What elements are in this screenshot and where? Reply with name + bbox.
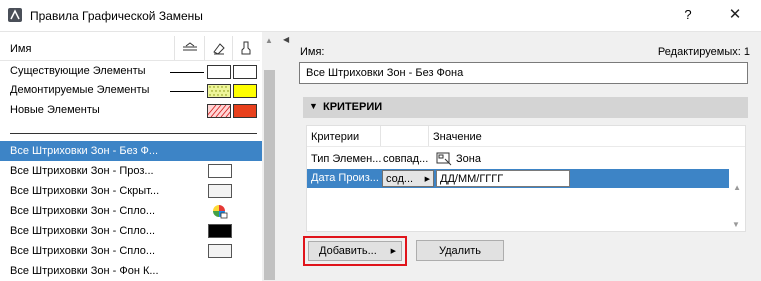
column-separator	[380, 126, 381, 146]
operator-cell[interactable]: совпад...	[383, 153, 428, 165]
line-sample	[170, 91, 204, 92]
list-item-label: Все Штриховки Зон - Спло...	[10, 205, 156, 217]
standard-row-existing[interactable]: Существующие Элементы	[0, 63, 262, 81]
standard-row-demolished[interactable]: Демонтируемые Элементы	[0, 82, 262, 100]
rules-list-panel: Имя Существующие Элементы Демонтируемые …	[0, 32, 277, 281]
line-type-icon	[183, 42, 197, 51]
column-separator	[428, 126, 429, 146]
fill-type-icon	[213, 43, 225, 55]
add-button-highlight: Добавить... ▶	[303, 236, 407, 266]
column-header-criteria: Критерии	[311, 131, 360, 143]
list-divider	[10, 133, 257, 134]
operator-value: сод...	[386, 173, 414, 185]
background-fill-icon	[241, 41, 251, 55]
fill-swatch	[207, 65, 231, 79]
list-item-label: Все Штриховки Зон - Фон К...	[10, 265, 159, 277]
add-button[interactable]: Добавить... ▶	[308, 241, 402, 261]
collapse-panel-arrow-icon[interactable]: ◀	[283, 35, 289, 44]
criteria-title: КРИТЕРИИ	[323, 101, 383, 113]
table-row-selected[interactable]: Дата Произ... сод... ▶ ДД/ММ/ГГГГ	[307, 169, 729, 188]
background-swatch	[233, 104, 257, 118]
rule-settings-panel: Имя: Редактируемых: 1 Все Штриховки Зон …	[291, 32, 761, 281]
header-divider	[0, 60, 260, 61]
dropdown-arrow-icon: ▶	[424, 176, 430, 183]
row-label: Существующие Элементы	[10, 65, 146, 77]
delete-button[interactable]: Удалить	[416, 240, 504, 261]
archicad-app-icon	[8, 8, 22, 22]
fill-swatch	[208, 224, 232, 238]
column-header-value: Значение	[433, 131, 482, 143]
list-item-label: Все Штриховки Зон - Проз...	[10, 165, 154, 177]
window-title: Правила Графической Замены	[30, 9, 203, 23]
rule-name-input[interactable]: Все Штриховки Зон - Без Фона	[299, 62, 748, 84]
line-sample	[170, 72, 204, 73]
column-header-name[interactable]: Имя	[10, 43, 31, 55]
list-item[interactable]: Все Штриховки Зон - Фон К...	[0, 261, 262, 281]
list-item-label: Все Штриховки Зон - Без Ф...	[10, 145, 159, 157]
operator-dropdown[interactable]: сод... ▶	[382, 170, 434, 187]
color-wheel-icon	[213, 205, 228, 219]
help-button[interactable]: ?	[680, 7, 696, 25]
zone-icon	[436, 152, 452, 166]
list-item-label: Все Штриховки Зон - Спло...	[10, 245, 156, 257]
list-item[interactable]: Все Штриховки Зон - Проз...	[0, 161, 262, 181]
expand-triangle-icon: ▼	[309, 101, 318, 111]
scroll-up-arrow-icon[interactable]: ▲	[265, 36, 273, 45]
add-button-label: Добавить...	[319, 245, 377, 257]
editable-count: Редактируемых: 1	[657, 46, 750, 58]
list-item[interactable]: Все Штриховки Зон - Скрыт...	[0, 181, 262, 201]
row-label: Новые Элементы	[10, 104, 100, 116]
standard-row-new[interactable]: Новые Элементы	[0, 102, 262, 120]
list-item[interactable]: Все Штриховки Зон - Спло...	[0, 221, 262, 241]
list-item-label: Все Штриховки Зон - Спло...	[10, 225, 156, 237]
date-value-input[interactable]: ДД/ММ/ГГГГ	[436, 170, 570, 187]
fill-swatch	[208, 184, 232, 198]
background-swatch	[233, 65, 257, 79]
criteria-section-header[interactable]: ▼ КРИТЕРИИ	[303, 97, 748, 118]
row-label: Демонтируемые Элементы	[10, 84, 150, 96]
list-item[interactable]: Все Штриховки Зон - Спло...	[0, 201, 262, 221]
background-swatch	[233, 84, 257, 98]
criterion-cell[interactable]: Дата Произ...	[311, 172, 379, 184]
column-separator	[204, 36, 205, 60]
fill-swatch	[208, 244, 232, 258]
list-item[interactable]: Все Штриховки Зон - Без Ф...	[0, 141, 262, 161]
list-item[interactable]: Все Штриховки Зон - Спло...	[0, 241, 262, 261]
fill-swatch	[205, 104, 237, 118]
list-scrollbar[interactable]: ▲	[262, 32, 277, 281]
name-label: Имя:	[300, 46, 325, 58]
table-scroll-up-icon[interactable]: ▲	[733, 183, 741, 192]
close-button[interactable]: ✕	[726, 5, 744, 25]
list-item-label: Все Штриховки Зон - Скрыт...	[10, 185, 160, 197]
dropdown-arrow-icon: ▶	[390, 248, 396, 255]
table-scroll-down-icon[interactable]: ▼	[732, 220, 757, 229]
criterion-cell[interactable]: Тип Элемен...	[311, 153, 381, 165]
criteria-table: Критерии Значение Тип Элемен... совпад..…	[306, 125, 746, 232]
table-header-divider	[307, 146, 745, 147]
fill-swatch	[207, 84, 231, 98]
title-bar: Правила Графической Замены ? ✕	[0, 0, 761, 32]
column-separator	[174, 36, 175, 60]
scrollbar-thumb[interactable]	[264, 70, 275, 280]
fill-swatch	[208, 164, 232, 178]
column-separator	[232, 36, 233, 60]
value-cell[interactable]: Зона	[456, 153, 481, 165]
